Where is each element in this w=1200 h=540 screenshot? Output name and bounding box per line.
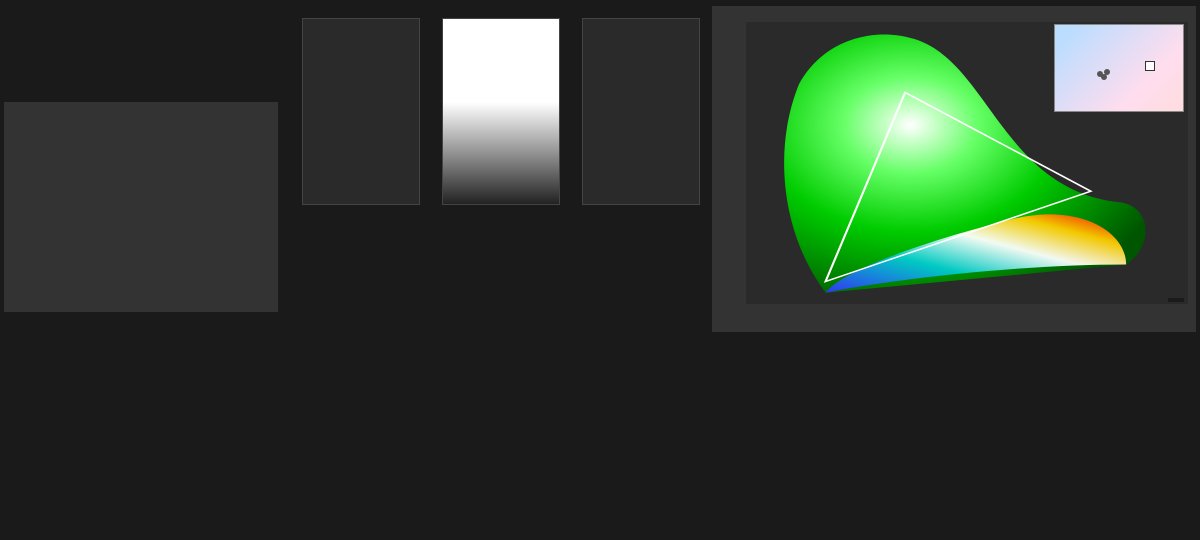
rgb-triplet-label [1168,298,1184,302]
deltac-chart [430,8,560,213]
swatch-grid [284,228,704,336]
deltah-chart [570,8,700,213]
deltal-chart [290,8,420,213]
cie-inset [1054,24,1184,112]
readings-table [222,342,1200,538]
cie-1931-diagram [712,6,1196,332]
de2000-bar-chart [2,102,280,337]
